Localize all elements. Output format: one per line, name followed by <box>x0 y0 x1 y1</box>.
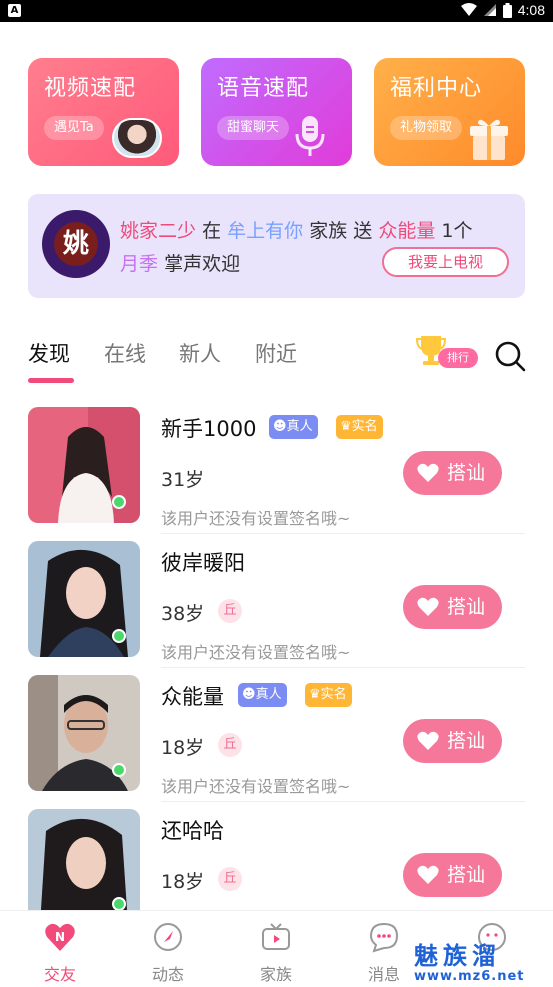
nav-label: 动态 <box>151 965 184 984</box>
announcement-line-2: 月季 掌声欢迎 <box>120 249 240 276</box>
gift-announcement-banner: 姚 姚家二少 在 牟上有你 家族 送 众能量 1个 月季 掌声欢迎 我要上电视 <box>28 194 525 298</box>
person-icon: ☻ <box>273 419 287 434</box>
receiver-name: 月季 <box>120 253 159 275</box>
online-status-dot <box>112 629 126 643</box>
microphone-icon <box>295 116 325 156</box>
svg-text:N: N <box>55 930 65 944</box>
avatar <box>112 118 162 158</box>
voice-match-card[interactable]: 语音速配 甜蜜聊天 <box>201 58 352 166</box>
feature-cards: 视频速配 遇见Ta 语音速配 甜蜜聊天 福利中心 礼物领取 <box>28 58 525 166</box>
greet-button[interactable]: 搭讪 <box>403 719 502 763</box>
chat-bubble-icon <box>369 922 399 953</box>
nav-label: 交友 <box>43 965 76 984</box>
greet-button[interactable]: 搭讪 <box>403 585 502 629</box>
real-person-badge: ☻真人 <box>238 683 287 707</box>
gift-count: 1个 <box>441 220 473 242</box>
level-badge: 丘 <box>218 599 242 623</box>
nav-label: 家族 <box>259 965 292 984</box>
user-age: 31岁 <box>161 469 205 491</box>
list-item[interactable]: 众能量 ☻真人 ♛实名 18岁 丘 该用户还没有设置签名哦~ 搭讪 <box>0 663 553 802</box>
tab-nearby[interactable]: 附近 <box>255 338 297 368</box>
person-icon: ☻ <box>242 687 256 702</box>
search-icon[interactable] <box>494 340 526 372</box>
watermark-url: www.mz6.net <box>414 969 525 984</box>
user-name: 众能量 <box>161 685 224 709</box>
tv-icon <box>262 923 290 950</box>
card-subtitle: 遇见Ta <box>44 116 104 140</box>
ranking-label: 排行 <box>438 348 478 368</box>
tab-discover[interactable]: 发现 <box>28 338 70 368</box>
list-item[interactable]: 彼岸暖阳 38岁 丘 该用户还没有设置签名哦~ 搭讪 <box>0 529 553 668</box>
gift-icon <box>470 119 508 160</box>
user-age: 38岁 <box>161 603 205 625</box>
heart-icon <box>417 865 439 884</box>
heart-icon <box>417 463 439 482</box>
video-match-card[interactable]: 视频速配 遇见Ta <box>28 58 179 166</box>
user-name: 还哈哈 <box>161 819 224 843</box>
verified-badge: ♛实名 <box>305 683 352 707</box>
watermark: 魅族溜 www.mz6.net <box>414 943 548 987</box>
sender-name: 姚家二少 <box>120 220 197 242</box>
greet-button[interactable]: 搭讪 <box>403 853 502 897</box>
online-status-dot <box>112 495 126 509</box>
announcement-text: 掌声欢迎 <box>164 253 241 275</box>
heart-n-icon: N <box>45 923 75 951</box>
user-age: 18岁 <box>161 737 205 759</box>
user-signature: 该用户还没有设置签名哦~ <box>161 643 351 662</box>
active-tab-indicator <box>28 378 74 383</box>
family-name: 牟上有你 <box>227 220 304 242</box>
nav-moments[interactable]: 动态 <box>133 921 203 985</box>
user-signature: 该用户还没有设置签名哦~ <box>161 777 351 796</box>
compass-icon <box>154 923 182 951</box>
announcement-text: 在 <box>202 220 222 242</box>
verified-badge: ♛实名 <box>336 415 383 439</box>
crown-icon: ♛ <box>340 419 352 434</box>
level-badge: 丘 <box>218 867 242 891</box>
tab-new[interactable]: 新人 <box>179 338 221 368</box>
go-on-tv-button[interactable]: 我要上电视 <box>382 247 509 277</box>
family-badge-icon: 姚 <box>42 210 110 278</box>
heart-icon <box>417 731 439 750</box>
nav-friends[interactable]: N 交友 <box>25 921 95 985</box>
user-age: 18岁 <box>161 871 205 893</box>
status-bar: A 4:08 <box>0 0 553 22</box>
card-subtitle: 甜蜜聊天 <box>217 116 290 140</box>
status-icons: 4:08 <box>460 2 545 18</box>
app-notification-icon: A <box>8 4 21 17</box>
watermark-text: 魅族溜 <box>414 942 501 970</box>
welfare-center-card[interactable]: 福利中心 礼物领取 <box>374 58 525 166</box>
ranking-button[interactable]: 排行 <box>416 334 482 370</box>
user-name: 新手1000 <box>161 417 257 441</box>
nav-messages[interactable]: 消息 <box>349 921 419 985</box>
battery-icon <box>502 2 512 18</box>
nav-family[interactable]: 家族 <box>241 921 311 985</box>
nav-label: 消息 <box>367 965 400 984</box>
heart-icon <box>417 597 439 616</box>
announcement-text: 送 <box>353 220 373 242</box>
greet-button[interactable]: 搭讪 <box>403 451 502 495</box>
crown-icon: ♛ <box>309 687 321 702</box>
announcement-line-1: 姚家二少 在 牟上有你 家族 送 众能量 1个 <box>120 216 472 243</box>
level-badge: 丘 <box>218 733 242 757</box>
gift-name: 众能量 <box>378 220 436 242</box>
user-signature: 该用户还没有设置签名哦~ <box>161 509 351 528</box>
user-name: 彼岸暖阳 <box>161 551 245 575</box>
list-item[interactable]: 新手1000 ☻真人 ♛实名 31岁 该用户还没有设置签名哦~ 搭讪 <box>0 395 553 534</box>
signal-icon <box>483 4 496 16</box>
real-person-badge: ☻真人 <box>269 415 318 439</box>
online-status-dot <box>112 763 126 777</box>
card-title: 视频速配 <box>44 76 137 101</box>
announcement-text: 家族 <box>309 220 348 242</box>
tab-online[interactable]: 在线 <box>104 338 146 368</box>
clock: 4:08 <box>517 2 545 18</box>
online-status-dot <box>112 897 126 911</box>
wifi-icon <box>460 3 477 16</box>
card-subtitle: 礼物领取 <box>390 116 463 140</box>
card-title: 语音速配 <box>217 76 310 101</box>
card-title: 福利中心 <box>390 76 483 101</box>
